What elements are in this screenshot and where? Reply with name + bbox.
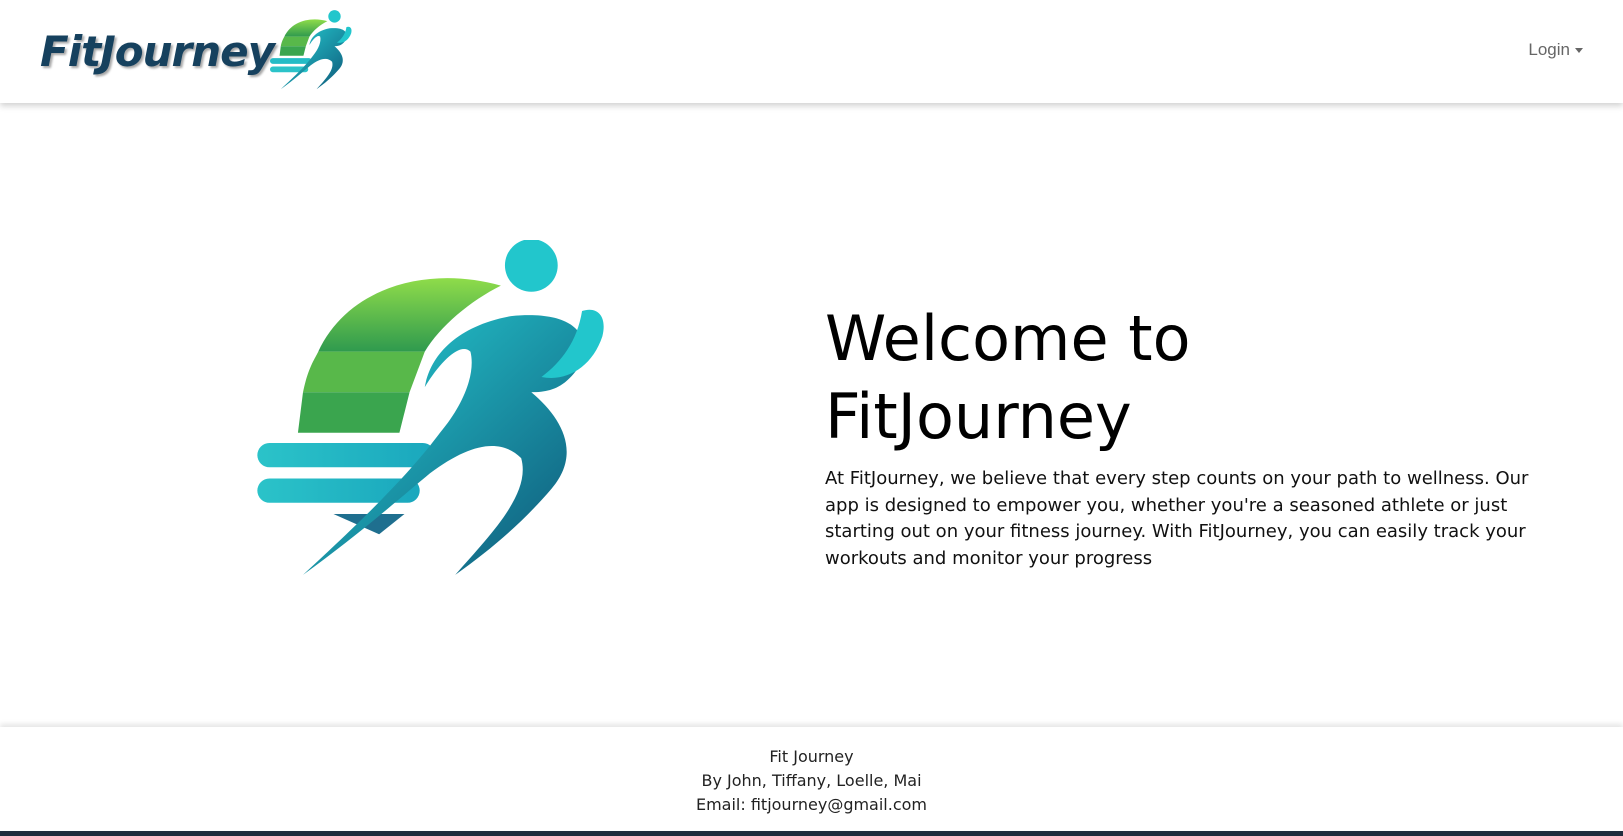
footer-app-name: Fit Journey <box>769 747 854 766</box>
page-footer: Fit Journey By John, Tiffany, Loelle, Ma… <box>0 727 1623 831</box>
top-navbar: FitJourney Login <box>0 0 1623 103</box>
page-title: Welcome to FitJourney <box>825 300 1545 456</box>
runner-logo-icon <box>270 10 352 90</box>
footer-email: Email: fitjourney@gmail.com <box>695 795 928 814</box>
footer-authors: By John, Tiffany, Loelle, Mai <box>701 771 922 790</box>
taskbar-edge <box>0 831 1623 836</box>
runner-logo-icon <box>257 240 604 575</box>
hero-description: At FitJourney, we believe that every ste… <box>825 468 1529 569</box>
login-dropdown[interactable]: Login <box>1528 40 1583 60</box>
brand-logo[interactable]: FitJourney <box>40 10 356 92</box>
hero-text-block: Welcome to FitJourney At FitJourney, we … <box>825 300 1545 572</box>
brand-name: FitJourney <box>40 26 275 76</box>
login-label: Login <box>1528 40 1570 59</box>
title-line-1: Welcome to <box>825 302 1191 375</box>
caret-down-icon <box>1575 47 1583 53</box>
title-line-2: FitJourney <box>825 380 1132 453</box>
